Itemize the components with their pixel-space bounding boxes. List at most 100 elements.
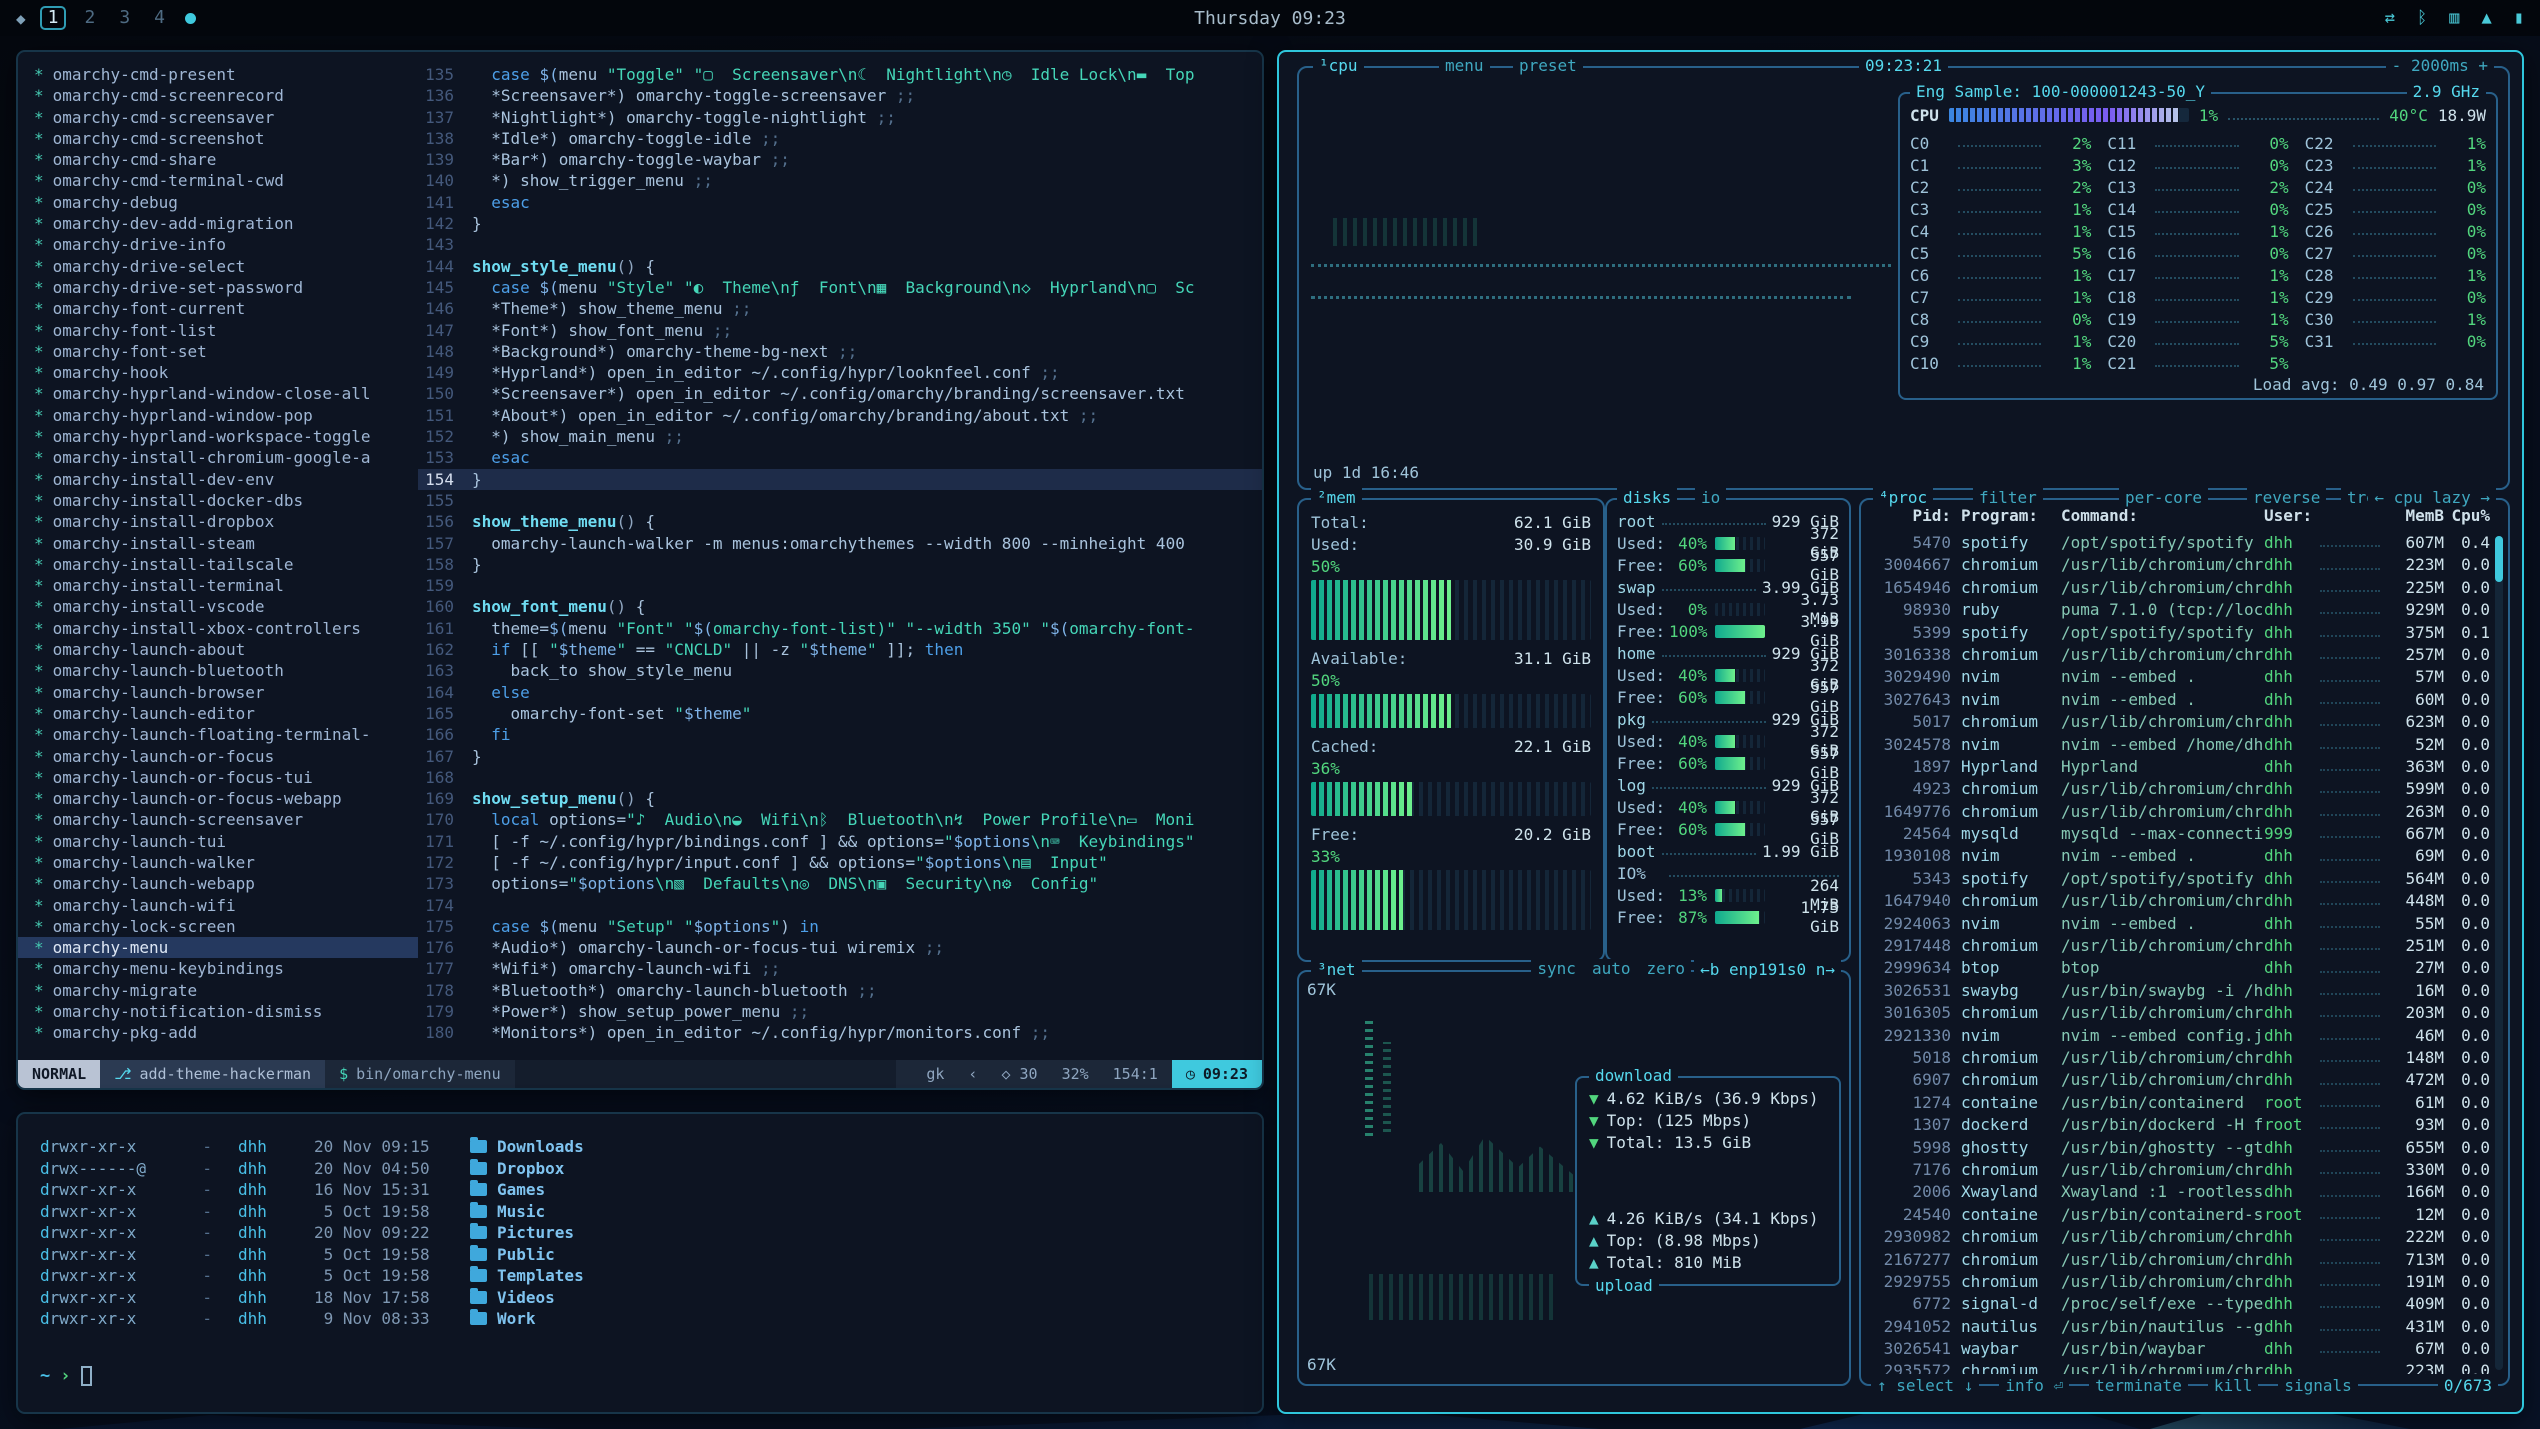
wifi-icon[interactable]: ▲ bbox=[2482, 8, 2492, 28]
code-line[interactable]: 152 *) show_main_menu ;; bbox=[418, 426, 1262, 447]
tree-item[interactable]: *omarchy-migrate bbox=[18, 980, 418, 1001]
proc-row[interactable]: 2929755chromium/usr/lib/chromium/chromdh… bbox=[1871, 1271, 2490, 1293]
proc-row[interactable]: 2921330nvimnvim --embed config.jsodhh46M… bbox=[1871, 1025, 2490, 1047]
tree-item[interactable]: *omarchy-hyprland-window-close-all bbox=[18, 383, 418, 404]
tree-item[interactable]: *omarchy-install-terminal bbox=[18, 575, 418, 596]
tree-item[interactable]: *omarchy-menu-keybindings bbox=[18, 958, 418, 979]
proc-row[interactable]: 3024578nvimnvim --embed /home/dhh/dhh52M… bbox=[1871, 734, 2490, 756]
tree-item[interactable]: *omarchy-install-xbox-controllers bbox=[18, 618, 418, 639]
code-line[interactable]: 161 theme=$(menu "Font" "$(omarchy-font-… bbox=[418, 618, 1262, 639]
tree-item[interactable]: *omarchy-font-list bbox=[18, 320, 418, 341]
tree-item[interactable]: *omarchy-launch-or-focus-tui bbox=[18, 767, 418, 788]
battery-icon[interactable]: ▮ bbox=[2514, 8, 2524, 28]
tree-item[interactable]: *omarchy-menu bbox=[18, 937, 418, 958]
proc-footer-action[interactable]: kill bbox=[2208, 1375, 2259, 1397]
code-line[interactable]: 141 esac bbox=[418, 192, 1262, 213]
proc-row[interactable]: 6907chromium/usr/lib/chromium/chromdhh47… bbox=[1871, 1069, 2490, 1091]
proc-row[interactable]: 3016338chromium/usr/lib/chromium/chromdh… bbox=[1871, 644, 2490, 666]
code-line[interactable]: 180 *Monitors*) open_in_editor ~/.config… bbox=[418, 1022, 1262, 1043]
proc-row[interactable]: 1647940chromium/usr/lib/chromium/chromdh… bbox=[1871, 890, 2490, 912]
code-line[interactable]: 138 *Idle*) omarchy-toggle-idle ;; bbox=[418, 128, 1262, 149]
code-line[interactable]: 159 bbox=[418, 575, 1262, 596]
code-line[interactable]: 144show_style_menu() { bbox=[418, 256, 1262, 277]
code-line[interactable]: 146 *Theme*) show_theme_menu ;; bbox=[418, 298, 1262, 319]
tree-item[interactable]: *omarchy-launch-or-focus bbox=[18, 746, 418, 767]
io-mode-toggle[interactable]: io bbox=[1695, 487, 1726, 509]
proc-footer-action[interactable]: terminate bbox=[2089, 1375, 2188, 1397]
code-line[interactable]: 178 *Bluetooth*) omarchy-launch-bluetoot… bbox=[418, 980, 1262, 1001]
code-line[interactable]: 156show_theme_menu() { bbox=[418, 511, 1262, 532]
code-line[interactable]: 155 bbox=[418, 490, 1262, 511]
code-line[interactable]: 169show_setup_menu() { bbox=[418, 788, 1262, 809]
tree-item[interactable]: *omarchy-install-docker-dbs bbox=[18, 490, 418, 511]
tree-item[interactable]: *omarchy-cmd-screenrecord bbox=[18, 85, 418, 106]
proc-scrollbar[interactable] bbox=[2495, 536, 2503, 1370]
menu-button[interactable]: menu bbox=[1439, 55, 1490, 77]
proc-row[interactable]: 2930982chromium/usr/lib/chromium/chromdh… bbox=[1871, 1226, 2490, 1248]
proc-row[interactable]: 2924063nvimnvim --embed .dhh55M0.0 bbox=[1871, 913, 2490, 935]
code-line[interactable]: 151 *About*) open_in_editor ~/.config/om… bbox=[418, 405, 1262, 426]
code-line[interactable]: 145 case $(menu "Style" "◐ Theme\nƒ Font… bbox=[418, 277, 1262, 298]
proc-row[interactable]: 5998ghostty/usr/bin/ghostty --gtk-dhh655… bbox=[1871, 1137, 2490, 1159]
code-line[interactable]: 171 [ -f ~/.config/hypr/bindings.conf ] … bbox=[418, 831, 1262, 852]
proc-row[interactable]: 3016305chromium/usr/lib/chromium/chromdh… bbox=[1871, 1002, 2490, 1024]
proc-row[interactable]: 3027643nvimnvim --embed .dhh60M0.0 bbox=[1871, 689, 2490, 711]
proc-sort-control[interactable]: ← cpu lazy → bbox=[2368, 487, 2496, 509]
proc-row[interactable]: 6772signal-d/proc/self/exe --type=rdhh40… bbox=[1871, 1293, 2490, 1315]
tree-item[interactable]: *omarchy-drive-select bbox=[18, 256, 418, 277]
proc-row[interactable]: 98930rubypuma 7.1.0 (tcp://localdhh929M0… bbox=[1871, 599, 2490, 621]
proc-row[interactable]: 5399spotify/opt/spotify/spotify --dhh375… bbox=[1871, 622, 2490, 644]
tree-item[interactable]: *omarchy-install-chromium-google-a bbox=[18, 447, 418, 468]
tree-item[interactable]: *omarchy-launch-editor bbox=[18, 703, 418, 724]
code-line[interactable]: 157 omarchy-launch-walker -m menus:omarc… bbox=[418, 533, 1262, 554]
code-line[interactable]: 166 fi bbox=[418, 724, 1262, 745]
proc-per-core-toggle[interactable]: per-core bbox=[2119, 487, 2208, 509]
code-line[interactable]: 153 esac bbox=[418, 447, 1262, 468]
proc-reverse-toggle[interactable]: reverse bbox=[2247, 487, 2326, 509]
code-line[interactable]: 139 *Bar*) omarchy-toggle-waybar ;; bbox=[418, 149, 1262, 170]
tree-item[interactable]: *omarchy-debug bbox=[18, 192, 418, 213]
proc-footer-action[interactable]: info ⏎ bbox=[1999, 1375, 2069, 1397]
tree-item[interactable]: *omarchy-hook bbox=[18, 362, 418, 383]
code-line[interactable]: 162 if [[ "$theme" == "CNCLD" || -z "$th… bbox=[418, 639, 1262, 660]
proc-row[interactable]: 5343spotify/opt/spotify/spotifydhh564M0.… bbox=[1871, 868, 2490, 890]
proc-row[interactable]: 7176chromium/usr/lib/chromium/chromdhh33… bbox=[1871, 1159, 2490, 1181]
proc-row[interactable]: 3026541waybar/usr/bin/waybardhh67M0.0 bbox=[1871, 1338, 2490, 1360]
code-line[interactable]: 167} bbox=[418, 746, 1262, 767]
tree-item[interactable]: *omarchy-lock-screen bbox=[18, 916, 418, 937]
proc-footer-action[interactable]: signals bbox=[2278, 1375, 2357, 1397]
tree-item[interactable]: *omarchy-install-dev-env bbox=[18, 469, 418, 490]
proc-row[interactable]: 1649776chromium/usr/lib/chromium/chromdh… bbox=[1871, 801, 2490, 823]
code-line[interactable]: 137 *Nightlight*) omarchy-toggle-nightli… bbox=[418, 107, 1262, 128]
bluetooth-icon[interactable]: ᛒ bbox=[2417, 8, 2427, 28]
proc-row[interactable]: 1274containe/usr/bin/containerdroot61M0.… bbox=[1871, 1092, 2490, 1114]
code-line[interactable]: 136 *Screensaver*) omarchy-toggle-screen… bbox=[418, 85, 1262, 106]
code-line[interactable]: 160show_font_menu() { bbox=[418, 596, 1262, 617]
proc-row[interactable]: 1930108nvimnvim --embed .dhh69M0.0 bbox=[1871, 845, 2490, 867]
proc-row[interactable]: 2167277chromium/usr/lib/chromium/chromdh… bbox=[1871, 1249, 2490, 1271]
tree-item[interactable]: *omarchy-cmd-terminal-cwd bbox=[18, 170, 418, 191]
tree-item[interactable]: *omarchy-launch-screensaver bbox=[18, 809, 418, 830]
code-line[interactable]: 163 back_to show_style_menu bbox=[418, 660, 1262, 681]
code-line[interactable]: 179 *Power*) show_setup_power_menu ;; bbox=[418, 1001, 1262, 1022]
proc-row[interactable]: 2935572chromium/usr/lib/chromium/chromdh… bbox=[1871, 1360, 2490, 1374]
code-line[interactable]: 177 *Wifi*) omarchy-launch-wifi ;; bbox=[418, 958, 1262, 979]
tree-item[interactable]: *omarchy-launch-wifi bbox=[18, 895, 418, 916]
net-zero-toggle[interactable]: zero bbox=[1646, 959, 1685, 978]
tree-item[interactable]: *omarchy-install-vscode bbox=[18, 596, 418, 617]
code-line[interactable]: 168 bbox=[418, 767, 1262, 788]
tree-item[interactable]: *omarchy-font-current bbox=[18, 298, 418, 319]
code-line[interactable]: 174 bbox=[418, 895, 1262, 916]
code-line[interactable]: 164 else bbox=[418, 682, 1262, 703]
code-line[interactable]: 170 local options="♪ Audio\n◒ Wifi\nᛒ Bl… bbox=[418, 809, 1262, 830]
proc-row[interactable]: 5017chromium/usr/lib/chromium/chromdhh62… bbox=[1871, 711, 2490, 733]
code-line[interactable]: 165 omarchy-font-set "$theme" bbox=[418, 703, 1262, 724]
network-interface[interactable]: ←b enp191s0 n→ bbox=[1694, 959, 1841, 981]
proc-row[interactable]: 2006XwaylandXwayland :1 -rootless -dhh16… bbox=[1871, 1181, 2490, 1203]
proc-row[interactable]: 24564mysqldmysqld --max-connection999667… bbox=[1871, 823, 2490, 845]
code-line[interactable]: 172 [ -f ~/.config/hypr/input.conf ] && … bbox=[418, 852, 1262, 873]
code-line[interactable]: 173 options="$options\n▧ Defaults\n◎ DNS… bbox=[418, 873, 1262, 894]
tree-item[interactable]: *omarchy-notification-dismiss bbox=[18, 1001, 418, 1022]
code-line[interactable]: 148 *Background*) omarchy-theme-bg-next … bbox=[418, 341, 1262, 362]
code-line[interactable]: 150 *Screensaver*) open_in_editor ~/.con… bbox=[418, 383, 1262, 404]
